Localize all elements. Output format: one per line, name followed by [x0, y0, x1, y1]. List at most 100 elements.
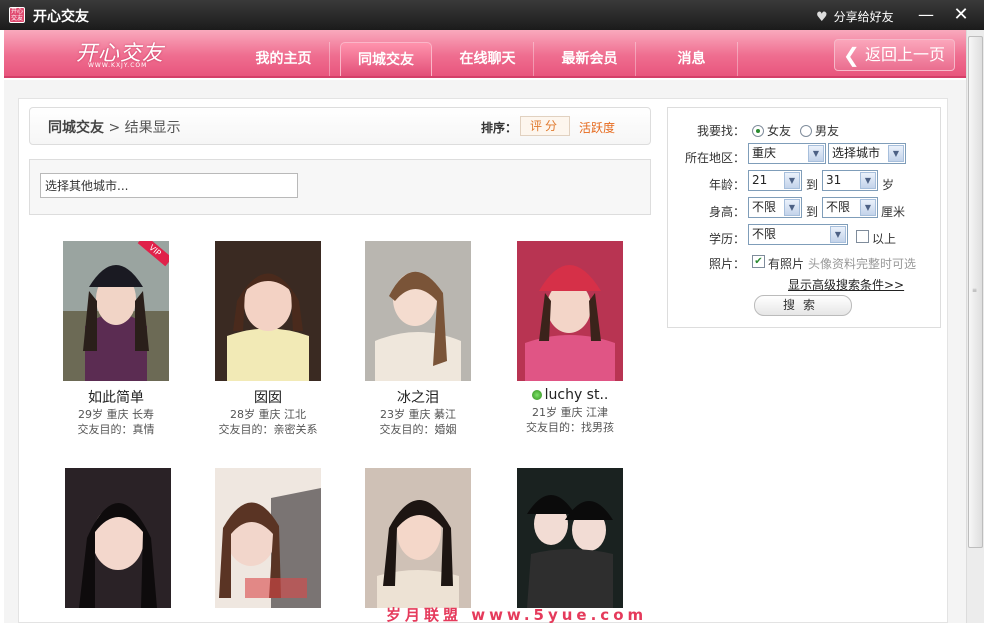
- heart-icon: ♥: [816, 10, 828, 25]
- chevron-down-icon: ▼: [888, 145, 904, 162]
- province-select[interactable]: 重庆 ▼: [748, 143, 826, 164]
- nav-item-online-chat[interactable]: 在线聊天: [442, 42, 534, 76]
- breadcrumb: 同城交友 > 结果显示: [48, 117, 181, 137]
- has-photo-label: 有照片: [768, 257, 805, 271]
- sort-label: 排序：: [481, 121, 518, 135]
- city-select[interactable]: 选择城市 ▼: [828, 143, 906, 164]
- city-value: 选择城市: [832, 146, 881, 160]
- height-label: 身高：: [708, 205, 745, 219]
- back-label: 返回上一页: [865, 45, 946, 64]
- sort-by-activity-link[interactable]: 活跃度: [579, 119, 615, 136]
- nav-item-new-members[interactable]: 最新会员: [544, 42, 636, 76]
- profile-purpose: 交友目的：婚姻: [379, 423, 457, 436]
- has-photo-checkbox[interactable]: ✔: [752, 255, 765, 268]
- profile-info: 28岁 重庆 江北 交友目的：亲密关系: [203, 407, 333, 437]
- profile-photo[interactable]: [517, 468, 623, 608]
- height-from-value: 不限: [752, 200, 777, 214]
- profile-age-location: 29岁 重庆 长寿: [78, 408, 154, 421]
- height-to-select[interactable]: 不限 ▼: [822, 197, 878, 218]
- close-button[interactable]: ✕: [948, 4, 974, 26]
- age-unit: 岁: [882, 178, 895, 192]
- age-to-select[interactable]: 31 ▼: [822, 170, 878, 191]
- height-from-select[interactable]: 不限 ▼: [748, 197, 802, 218]
- profile-age-location: 23岁 重庆 綦江: [380, 408, 456, 421]
- nav-item-local-dating[interactable]: 同城交友: [340, 42, 432, 76]
- search-button[interactable]: 搜索: [754, 295, 852, 316]
- region-label: 所在地区：: [684, 151, 745, 165]
- gender-female-option[interactable]: 女友: [752, 122, 791, 139]
- radio-icon: [800, 125, 812, 137]
- above-checkbox[interactable]: [856, 230, 869, 243]
- profile-photo[interactable]: [215, 241, 321, 381]
- chevron-down-icon: ▼: [784, 199, 800, 216]
- age-from-value: 21: [752, 173, 768, 187]
- province-value: 重庆: [752, 146, 777, 160]
- profile-photo[interactable]: [215, 468, 321, 608]
- nav-item-home[interactable]: 我的主页: [238, 42, 330, 76]
- profile-age-location: 21岁 重庆 江津: [532, 406, 608, 419]
- chevron-left-icon: ❮: [843, 43, 860, 67]
- profile-name[interactable]: 冰之泪: [353, 387, 483, 407]
- chevron-down-icon: ▼: [808, 145, 824, 162]
- gender-female-label: 女友: [767, 124, 792, 138]
- age-from-select[interactable]: 21 ▼: [748, 170, 802, 191]
- education-label: 学历：: [708, 232, 745, 246]
- profile-age-location: 28岁 重庆 江北: [230, 408, 306, 421]
- age-to-value: 31: [826, 173, 842, 187]
- scrollbar-thumb[interactable]: ≡: [968, 36, 983, 548]
- back-button[interactable]: ❮ 返回上一页: [834, 39, 955, 71]
- age-to-word: 到: [806, 178, 819, 192]
- profile-info: 23岁 重庆 綦江 交友目的：婚姻: [353, 407, 483, 437]
- profile-photo[interactable]: [365, 241, 471, 381]
- photo-hint: 头像资料完整时可选: [808, 257, 917, 271]
- profile-name[interactable]: 囡囡: [203, 387, 333, 407]
- nav-bar: 开心交友 WWW.KXJY.COM 我的主页 同城交友 在线聊天 最新会员 消息…: [4, 30, 980, 78]
- height-to-value: 不限: [826, 200, 851, 214]
- profile-photo[interactable]: VIP: [63, 241, 169, 381]
- chevron-down-icon: ▼: [860, 199, 876, 216]
- app-logo-icon: 开心交友: [9, 7, 25, 23]
- city-filter-bar: [29, 159, 651, 215]
- photo-label: 照片：: [708, 257, 745, 271]
- gender-male-option[interactable]: 男友: [800, 122, 839, 139]
- profile-purpose: 交友目的：亲密关系: [218, 423, 318, 436]
- window-title: 开心交友: [33, 9, 89, 25]
- education-select[interactable]: 不限 ▼: [748, 224, 848, 245]
- share-button[interactable]: ♥ 分享给好友: [816, 8, 894, 25]
- chevron-down-icon: ▼: [784, 172, 800, 189]
- site-logo-url: WWW.KXJY.COM: [88, 62, 148, 69]
- profile-name-text: luchy st..: [544, 387, 609, 403]
- title-bar: 开心交友 开心交友 ♥ 分享给好友 — ✕: [0, 0, 984, 30]
- grip-icon: ≡: [972, 287, 978, 294]
- profile-info: 29岁 重庆 长寿 交友目的：真情: [51, 407, 181, 437]
- advanced-search-link[interactable]: 显示高级搜索条件>>: [788, 276, 904, 293]
- other-city-input[interactable]: [40, 173, 298, 198]
- profile-name[interactable]: 如此简单: [51, 387, 181, 407]
- radio-selected-icon: [752, 125, 764, 137]
- vertical-scrollbar[interactable]: ≡: [966, 30, 984, 623]
- height-unit: 厘米: [881, 205, 906, 219]
- breadcrumb-bar: 同城交友 > 结果显示 排序： 评分 活跃度: [29, 107, 651, 145]
- education-value: 不限: [752, 227, 777, 241]
- sort-by-score-button[interactable]: 评分: [520, 116, 570, 136]
- profile-info: 21岁 重庆 江津 交友目的：找男孩: [505, 405, 635, 435]
- height-to-word: 到: [806, 205, 819, 219]
- nav-item-messages[interactable]: 消息: [646, 42, 738, 76]
- online-status-icon: [531, 390, 542, 400]
- profile-photo[interactable]: [517, 241, 623, 381]
- profile-purpose: 交友目的：真情: [77, 423, 155, 436]
- breadcrumb-separator: >: [108, 120, 121, 136]
- breadcrumb-section[interactable]: 同城交友: [48, 120, 104, 136]
- age-label: 年龄：: [708, 178, 745, 192]
- chevron-down-icon: ▼: [860, 172, 876, 189]
- watermark-text: 岁月联盟 www.5yue.com: [386, 606, 648, 623]
- minimize-button[interactable]: —: [913, 4, 939, 26]
- profile-photo[interactable]: [65, 468, 171, 608]
- above-label: 以上: [872, 232, 897, 246]
- chevron-down-icon: ▼: [830, 226, 846, 243]
- profile-name[interactable]: luchy st..: [505, 387, 635, 403]
- share-label: 分享给好友: [833, 10, 894, 24]
- breadcrumb-page: 结果显示: [124, 120, 181, 136]
- profile-photo[interactable]: [365, 468, 471, 608]
- gender-male-label: 男友: [815, 124, 840, 138]
